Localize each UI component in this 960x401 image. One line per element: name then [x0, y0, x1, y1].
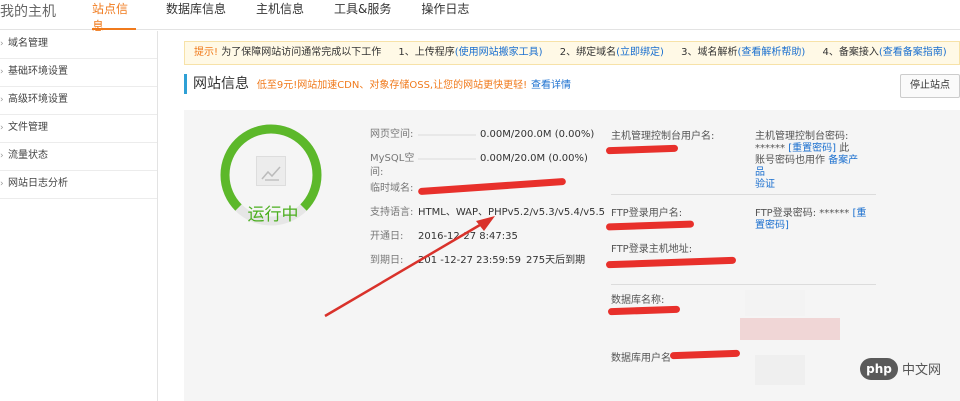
watermark: php 中文网: [860, 358, 960, 382]
blurred-block: [755, 355, 805, 385]
watermark-text: 中文网: [902, 363, 942, 378]
watermark-badge: php: [860, 358, 898, 380]
annotation-arrow: [324, 216, 495, 318]
blurred-block: [745, 290, 805, 316]
blurred-block: [740, 318, 840, 340]
